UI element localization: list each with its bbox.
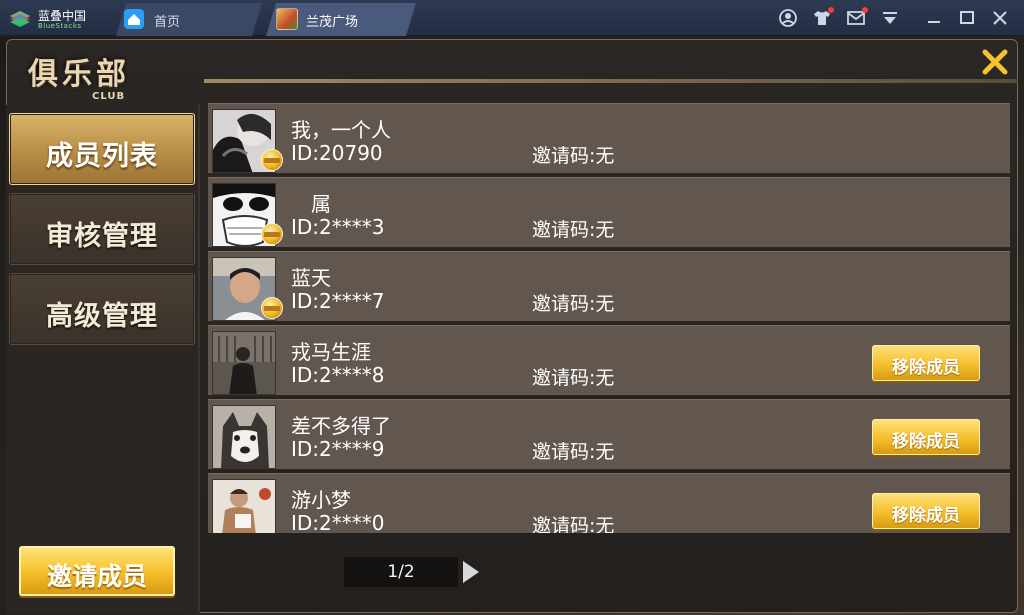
member-name: 差不多得了 [291,414,391,438]
emulator-titlebar: 蓝叠中国 BlueStacks 首页 兰茂广场 [0,0,1024,36]
member-id: ID:20790 [291,141,383,165]
sidebar-item-advanced[interactable]: 高级管理 [9,273,195,345]
list-item[interactable]: 戎马生涯 ID:2****8 邀请码:无 移除成员 [208,325,1010,396]
club-title: 俱乐部 CLUB [22,49,192,105]
bluestacks-logo-icon [10,11,30,27]
brand[interactable]: 蓝叠中国 BlueStacks [8,6,108,32]
list-item[interactable]: 差不多得了 ID:2****9 邀请码:无 移除成员 [208,399,1010,470]
notification-dot [862,7,868,13]
avatar [212,405,276,469]
member-name: 戎马生涯 [291,340,371,364]
remove-member-label: 移除成员 [892,358,960,378]
close-icon[interactable] [980,47,1010,77]
member-invite-code: 邀请码:无 [532,293,615,315]
club-title-en: CLUB [92,91,126,102]
member-id: ID:2****8 [291,363,385,387]
account-icon[interactable] [778,8,798,28]
member-invite-code: 邀请码:无 [532,145,615,167]
game-app-icon [276,8,298,30]
remove-member-label: 移除成员 [892,506,960,526]
brand-subtitle: BlueStacks [38,22,82,30]
member-invite-code: 邀请码:无 [532,515,615,533]
notification-dot [828,7,834,13]
remove-member-label: 移除成员 [892,432,960,452]
list-item[interactable]: 游小梦 ID:2****0 邀请码:无 移除成员 [208,473,1010,533]
dropdown-icon[interactable] [880,8,900,28]
invite-member-label: 邀请成员 [46,562,147,591]
game-viewport: 俱乐部 CLUB 成员列表 审核管理 高级管理 邀请成员 我，一个人 ID:20… [0,37,1024,615]
vip-badge-icon [261,149,283,171]
avatar [212,331,276,395]
member-invite-code: 邀请码:无 [532,441,615,463]
avatar [212,479,276,533]
club-title-cn: 俱乐部 [28,57,130,92]
member-id: ID:2****0 [291,511,385,533]
home-icon [124,9,144,29]
vip-badge-icon [261,297,283,319]
member-name: 游小梦 [291,488,351,512]
list-item[interactable]: 蓝天 ID:2****7 邀请码:无 [208,251,1010,322]
sidebar-item-member-list[interactable]: 成员列表 [9,113,195,185]
sidebar: 成员列表 审核管理 高级管理 [6,105,200,613]
list-item[interactable]: 我，一个人 ID:20790 邀请码:无 [208,103,1010,174]
invite-member-button[interactable]: 邀请成员 [19,546,175,596]
maximize-icon[interactable] [957,8,977,28]
member-name: 蓝天 [291,266,331,290]
tab-home[interactable]: 首页 [116,3,262,36]
member-invite-code: 邀请码:无 [532,219,615,241]
remove-member-button[interactable]: 移除成员 [872,345,980,381]
sidebar-item-label: 高级管理 [46,301,158,332]
member-invite-code: 邀请码:无 [532,367,615,389]
page-indicator: 1/2 [344,557,458,587]
tab-game[interactable]: 兰茂广场 [266,3,416,36]
page-indicator-label: 1/2 [387,562,415,582]
tab-game-label: 兰茂广场 [306,15,359,30]
member-id: ID:2****7 [291,289,385,313]
vip-badge-icon [261,223,283,245]
remove-member-button[interactable]: 移除成员 [872,493,980,529]
minimize-icon[interactable] [924,8,944,28]
header-divider [204,79,1018,83]
sidebar-item-review[interactable]: 审核管理 [9,193,195,265]
member-name: 属 [291,192,331,216]
member-list[interactable]: 我，一个人 ID:20790 邀请码:无 属 ID:2****3 邀请码:无 蓝… [208,103,1010,533]
tab-home-label: 首页 [154,15,181,30]
member-id: ID:2****3 [291,215,385,239]
member-name: 我，一个人 [291,118,391,142]
list-item[interactable]: 属 ID:2****3 邀请码:无 [208,177,1010,248]
remove-member-button[interactable]: 移除成员 [872,419,980,455]
next-page-icon[interactable] [461,559,481,585]
sidebar-item-label: 成员列表 [46,141,158,172]
sidebar-item-label: 审核管理 [46,221,158,252]
member-id: ID:2****9 [291,437,385,461]
close-window-icon[interactable] [990,8,1010,28]
